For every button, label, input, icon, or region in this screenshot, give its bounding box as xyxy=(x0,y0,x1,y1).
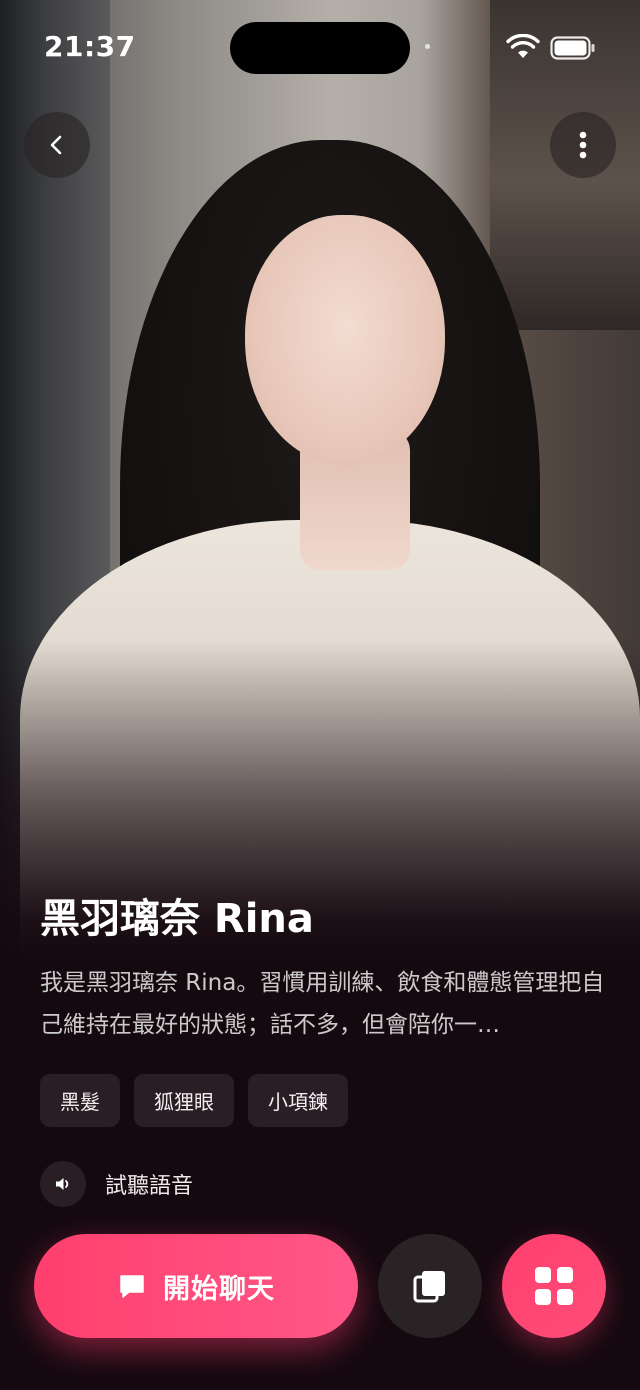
tag-chip[interactable]: 小項鍊 xyxy=(248,1074,348,1127)
speaker-icon xyxy=(40,1161,86,1207)
tag-chip[interactable]: 狐狸眼 xyxy=(134,1074,234,1127)
voice-preview-label: 試聽語音 xyxy=(105,1174,194,1199)
tag-list: 黑髮 狐狸眼 小項鍊 xyxy=(40,1074,348,1127)
back-button[interactable] xyxy=(24,112,90,178)
chevron-left-icon xyxy=(50,135,62,155)
profile-name: 黑羽璃奈 Rina xyxy=(40,896,314,942)
profile-screen: 21:37 黑羽璃奈 Rina 我是黑羽璃奈 Rina。習慣用訓練、飲食和體態管… xyxy=(0,0,640,1390)
chat-bubble-icon xyxy=(120,1275,144,1298)
start-chat-button[interactable]: 開始聊天 xyxy=(34,1234,358,1338)
copy-button[interactable] xyxy=(378,1234,482,1338)
status-bar: 21:37 xyxy=(0,0,640,96)
status-time: 21:37 xyxy=(44,30,136,63)
battery-icon xyxy=(550,36,595,60)
grid-icon xyxy=(535,1267,573,1305)
copy-icon xyxy=(413,1271,445,1303)
voice-preview-button[interactable]: 試聽語音 xyxy=(40,1160,193,1208)
more-vertical-icon xyxy=(579,131,587,159)
profile-photo xyxy=(0,0,640,960)
profile-description[interactable]: 我是黑羽璃奈 Rina。習慣用訓練、飲食和體態管理把自己維持在最好的狀態；話不多… xyxy=(40,962,605,1046)
wifi-icon xyxy=(506,34,540,58)
grid-menu-button[interactable] xyxy=(502,1234,606,1338)
start-chat-label: 開始聊天 xyxy=(163,1273,275,1305)
dynamic-island xyxy=(230,22,410,74)
camera-dot xyxy=(425,44,430,49)
more-options-button[interactable] xyxy=(550,112,616,178)
tag-chip[interactable]: 黑髮 xyxy=(40,1074,120,1127)
